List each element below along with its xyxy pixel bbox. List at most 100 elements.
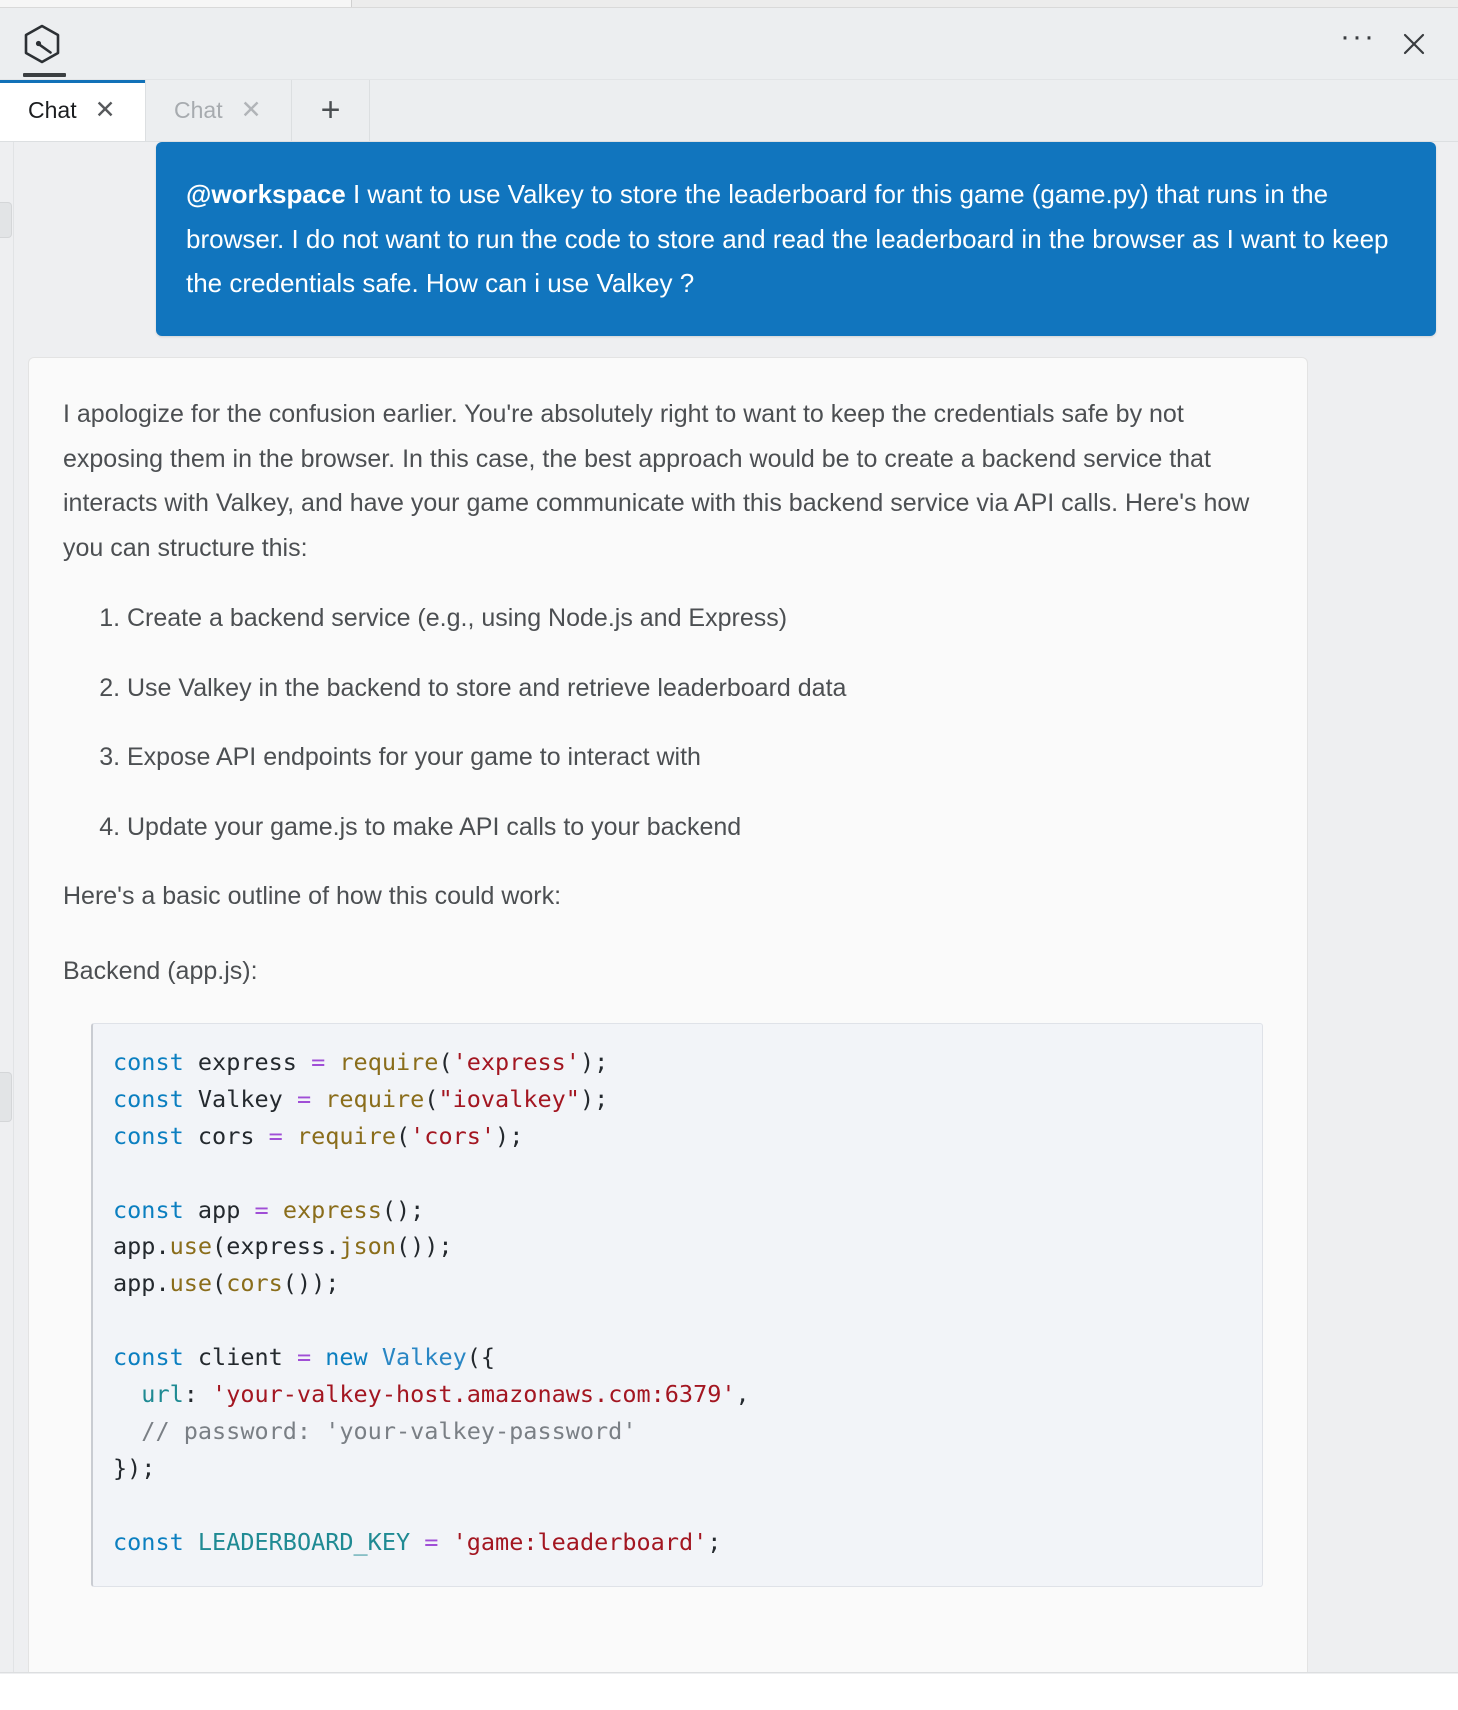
code-token: ( [438,1048,453,1076]
code-line: const client = new Valkey({ [113,1339,1238,1376]
code-token: app. [113,1269,170,1298]
close-window-icon[interactable] [1386,16,1442,72]
code-token: url [141,1380,184,1409]
code-token: require [296,1121,396,1150]
list-item: Expose API endpoints for your game to in… [127,739,1263,777]
new-tab-button[interactable]: + [292,80,370,141]
code-token: cors [183,1121,269,1150]
code-token: use [169,1269,213,1298]
code-token: client [183,1343,297,1372]
code-token: ()); [395,1232,453,1261]
app-window: ··· Chat ✕ Chat ✕ + @workspace I want to… [0,0,1458,1710]
code-token: }); [113,1453,156,1482]
code-token: // password: 'your-valkey-password' [113,1416,637,1445]
code-token: const [113,1527,184,1556]
code-token: "iovalkey" [438,1084,580,1113]
code-token: = [296,1343,312,1372]
code-token: 'your-valkey-host.amazonaws.com:6379' [212,1380,736,1409]
code-line: url: 'your-valkey-host.amazonaws.com:637… [113,1376,1238,1413]
code-line: app.use(cors()); [113,1265,1238,1302]
code-token: ( [212,1269,227,1298]
code-token: = [311,1048,326,1076]
code-block[interactable]: const express = require('express'); const… [91,1023,1263,1588]
more-options-icon[interactable]: ··· [1330,16,1386,72]
tab-label: Chat [28,97,77,123]
code-token: 'express' [452,1048,580,1076]
tab-chat-2[interactable]: Chat ✕ [146,80,292,141]
code-token: 'cors' [410,1121,496,1150]
tab-chat-1[interactable]: Chat ✕ [0,80,146,141]
code-token: const [113,1121,184,1150]
tab-close-icon[interactable]: ✕ [95,98,116,123]
host-window-strip [0,0,1458,8]
assistant-paragraph-2: Here's a basic outline of how this could… [63,882,562,910]
code-token: use [169,1232,213,1261]
titlebar: ··· [0,8,1458,80]
workspace-mention: @workspace [186,179,346,209]
code-line: const app = express(); [113,1192,1238,1229]
composer-separator [0,1672,1458,1710]
list-item: Update your game.js to make API calls to… [127,809,1263,847]
code-line: const cors = require('cors'); [113,1118,1238,1155]
code-token: = [296,1084,312,1113]
code-token: = [424,1527,439,1556]
active-window-indicator [23,73,66,77]
user-message-bubble: @workspace I want to use Valkey to store… [156,142,1436,337]
code-token: ( [424,1084,439,1113]
tab-strip-empty-area [370,80,1458,141]
code-token: ({ [466,1343,496,1372]
code-token: Valkey [381,1343,467,1372]
code-token: 'game:leaderboard' [452,1527,708,1556]
code-token: express [183,1048,312,1076]
left-gutter [0,142,14,1710]
code-token: (); [381,1195,425,1224]
code-line: const LEADERBOARD_KEY = 'game:leaderboar… [113,1524,1238,1561]
code-token: : [183,1380,213,1409]
hexagon-pointer-logo-icon [20,22,64,66]
code-token: cors [226,1269,283,1298]
code-token: = [268,1121,283,1150]
code-token: ); [579,1048,609,1076]
code-token: const [113,1048,184,1076]
code-token: ( [396,1121,411,1150]
code-token: (express. [212,1232,340,1261]
code-token: new [325,1343,368,1372]
conversation-area[interactable]: @workspace I want to use Valkey to store… [0,142,1458,1710]
list-item: Create a backend service (e.g., using No… [127,600,1263,638]
code-token: ()); [282,1269,340,1298]
code-token: ; [707,1527,722,1556]
code-line: }); [113,1450,1238,1487]
tab-label: Chat [174,97,223,123]
host-window-strip-segment [0,0,352,7]
code-token: Valkey [183,1084,297,1113]
code-token: express [282,1195,382,1224]
code-token: const [113,1084,184,1113]
gutter-handle-middle[interactable] [0,1072,12,1122]
code-token: app [183,1195,255,1224]
code-token: ); [579,1084,609,1113]
gutter-handle-top[interactable] [0,202,12,238]
code-token: require [339,1048,439,1076]
tab-close-icon[interactable]: ✕ [241,98,262,123]
composer-area[interactable] [0,1674,1458,1710]
code-token: const [113,1195,184,1224]
code-token: const [113,1343,184,1372]
code-token: LEADERBOARD_KEY [197,1527,411,1556]
code-line: const express = require('express'); [113,1044,1238,1081]
list-item: Use Valkey in the backend to store and r… [127,670,1263,708]
code-token: , [735,1380,750,1409]
assistant-paragraph-1: I apologize for the confusion earlier. Y… [63,400,1250,562]
code-token: require [325,1084,425,1113]
